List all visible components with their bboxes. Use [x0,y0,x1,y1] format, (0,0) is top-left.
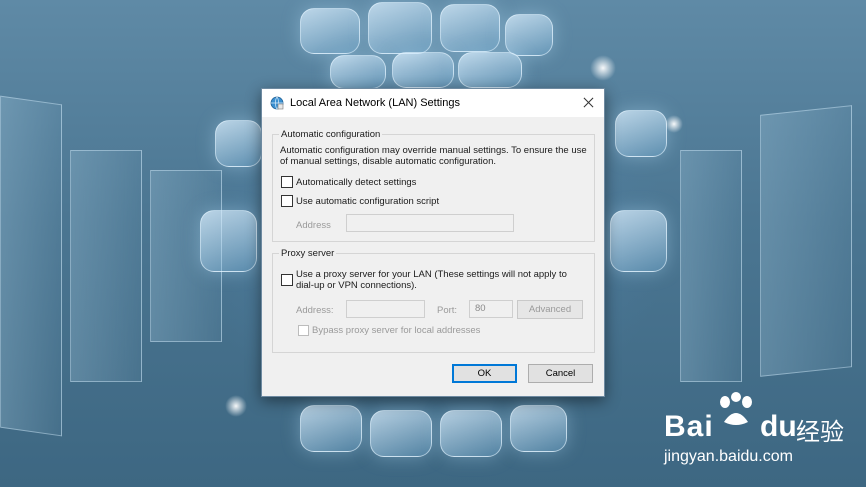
group-legend-proxy-server: Proxy server [279,248,337,259]
bg-tile [610,210,667,272]
auto-config-script-checkbox[interactable] [281,195,293,207]
bg-tile [615,110,667,157]
advanced-button[interactable]: Advanced [517,300,583,319]
bg-tile [458,52,522,88]
watermark-bai-text: Bai [664,410,714,443]
use-proxy-label-line2[interactable]: dial-up or VPN connections). [296,280,417,291]
bg-tile [215,120,262,167]
close-icon [583,97,594,108]
network-globe-icon [270,96,284,110]
auto-config-description: Automatic configuration may override man… [280,145,587,167]
bypass-local-checkbox[interactable] [298,325,309,336]
close-button[interactable] [572,89,604,117]
bg-tile [300,8,360,54]
bg-tile [440,410,502,457]
proxy-port-label: Port: [437,305,458,316]
bypass-local-label[interactable]: Bypass proxy server for local addresses [312,325,480,336]
baidu-paw-icon [720,392,752,425]
use-proxy-checkbox[interactable] [281,274,293,286]
bg-panel [70,150,142,382]
watermark-url: jingyan.baidu.com [664,448,793,465]
bg-tile [440,4,500,52]
bg-tile [392,52,454,88]
bg-tile [200,210,257,272]
bg-tile [330,55,386,89]
dialog-title: Local Area Network (LAN) Settings [290,97,460,109]
bg-tile [370,410,432,457]
bg-tile [505,14,553,56]
bg-glow [225,395,247,417]
watermark-du-text: du [760,410,797,443]
script-address-input[interactable] [346,214,514,232]
bg-glow [590,55,616,81]
use-proxy-label-line1[interactable]: Use a proxy server for your LAN (These s… [296,269,567,280]
dialog-content: Automatic configuration Automatic config… [262,117,604,396]
script-address-label: Address [296,220,331,231]
bg-panel [0,95,62,437]
dialog-titlebar[interactable]: Local Area Network (LAN) Settings [262,89,604,117]
lan-settings-dialog: Local Area Network (LAN) Settings Automa… [261,88,605,397]
watermark-jingyan-text: 经验 [796,418,844,446]
proxy-address-input[interactable] [346,300,425,318]
bg-tile [300,405,362,452]
baidu-jingyan-watermark: Bai du 经验 jingyan.baidu.com [664,390,864,470]
bg-tile [368,2,432,54]
auto-detect-label[interactable]: Automatically detect settings [296,177,416,188]
group-legend-automatic-configuration: Automatic configuration [279,129,383,140]
bg-panel [680,150,742,382]
auto-config-script-label[interactable]: Use automatic configuration script [296,196,439,207]
cancel-button[interactable]: Cancel [528,364,593,383]
proxy-port-input[interactable]: 80 [469,300,513,318]
auto-detect-checkbox[interactable] [281,176,293,188]
bg-panel [760,105,852,377]
bg-tile [510,405,567,452]
ok-button[interactable]: OK [452,364,517,383]
proxy-address-label: Address: [296,305,334,316]
bg-glow [665,115,683,133]
